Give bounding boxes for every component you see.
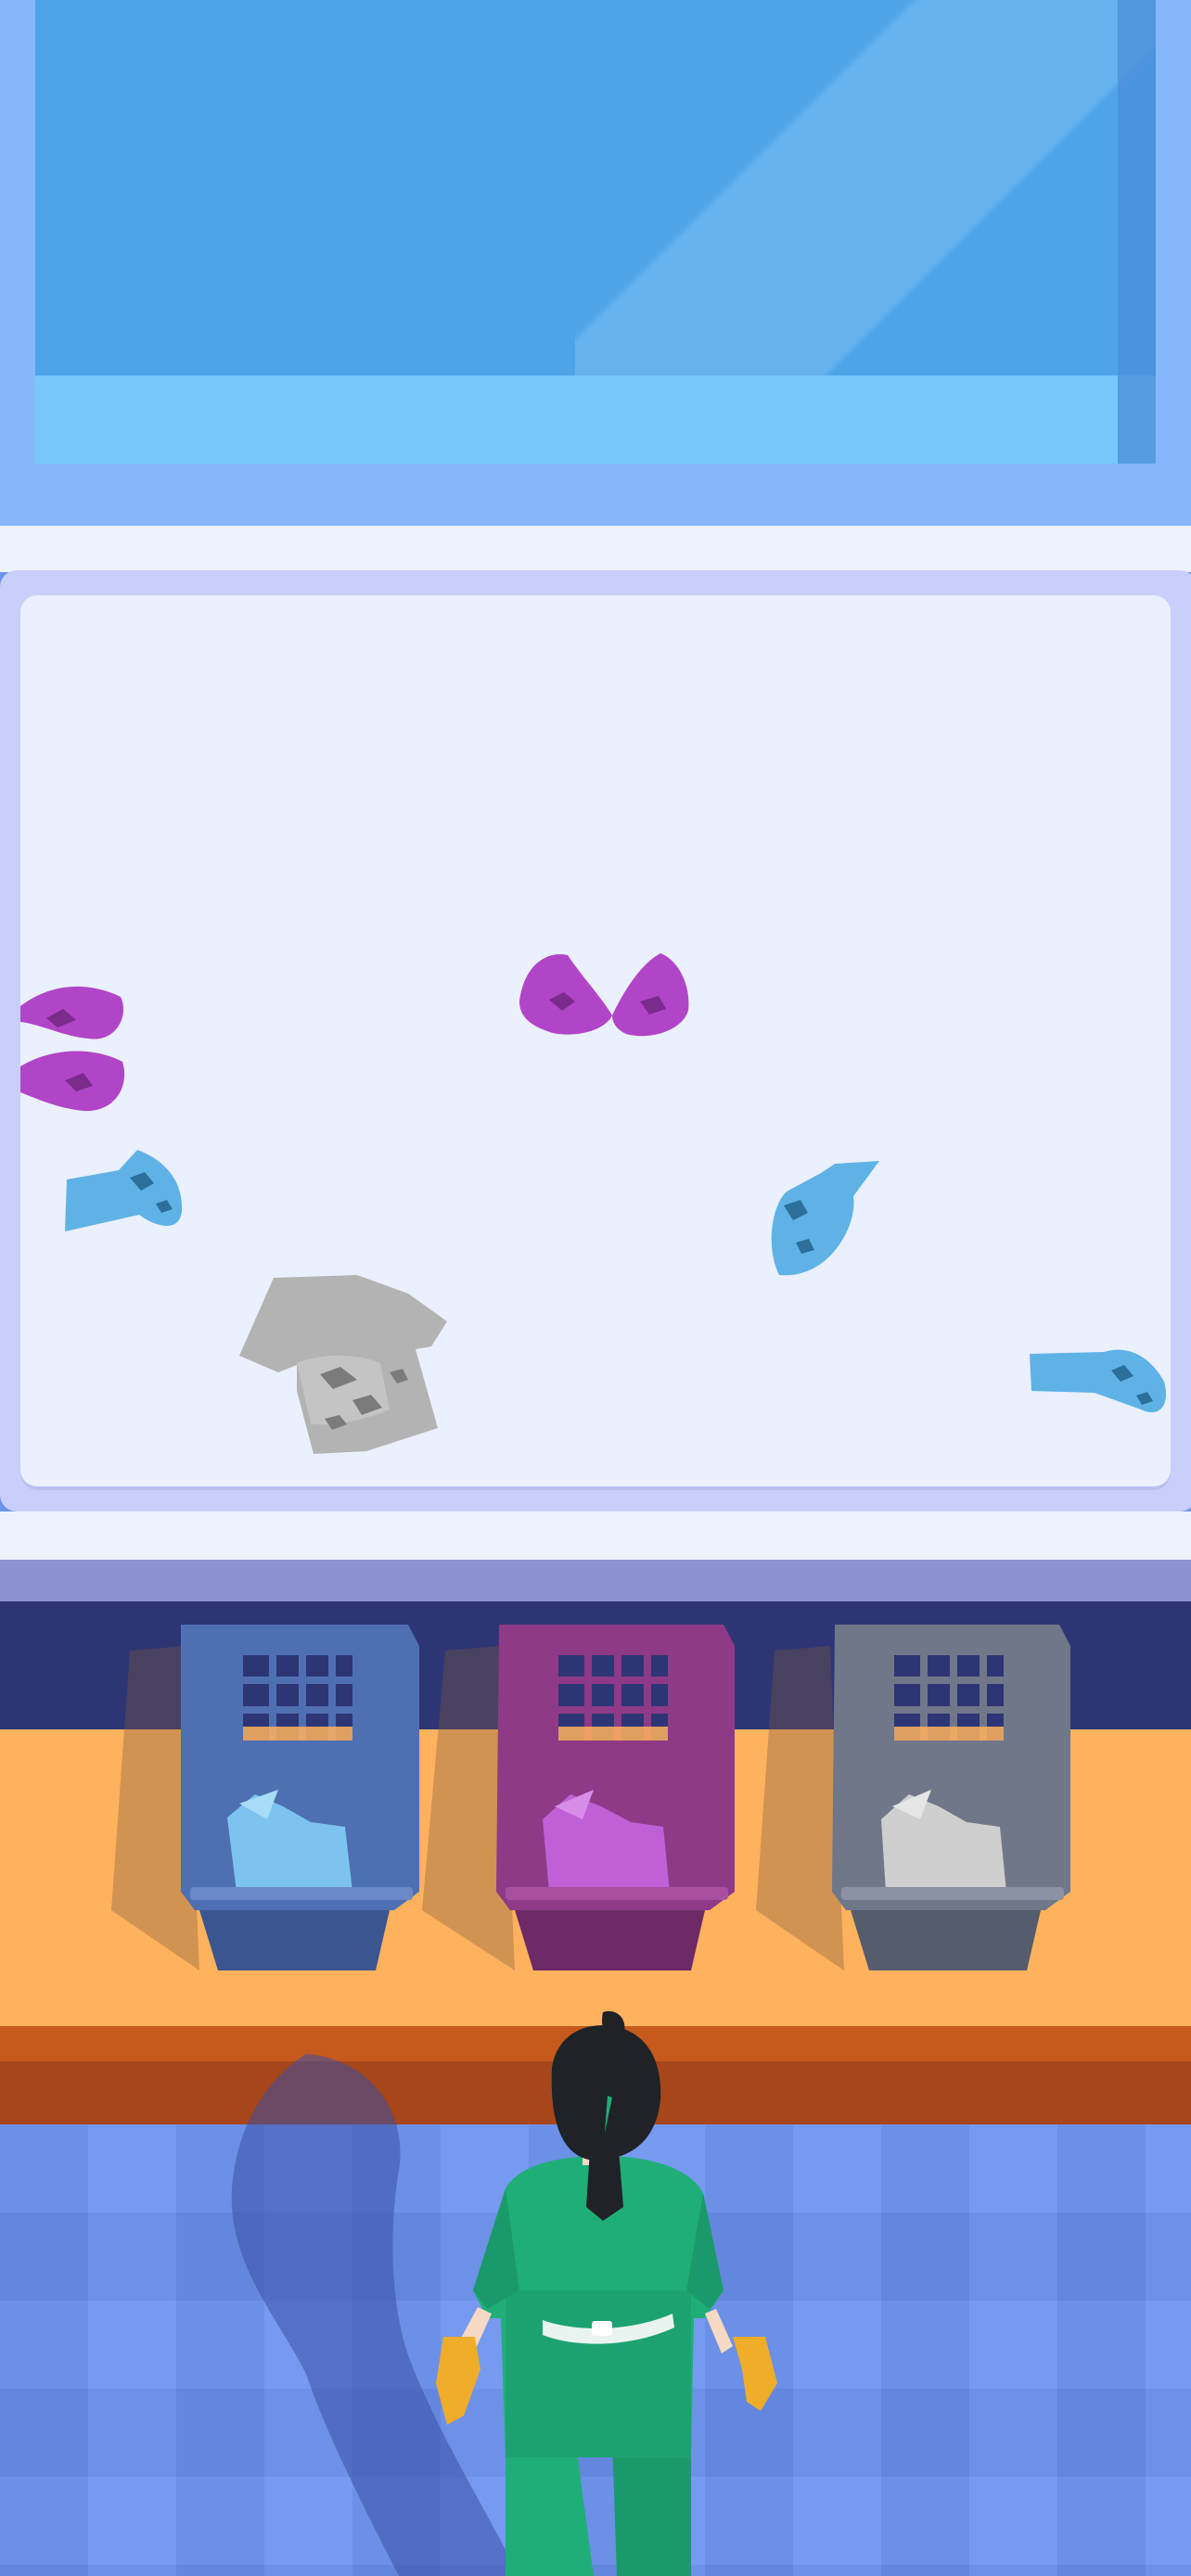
worker-character [231, 2010, 777, 2576]
game-scene [0, 0, 1191, 2576]
right-glove [733, 2337, 777, 2411]
left-glove [436, 2337, 480, 2425]
